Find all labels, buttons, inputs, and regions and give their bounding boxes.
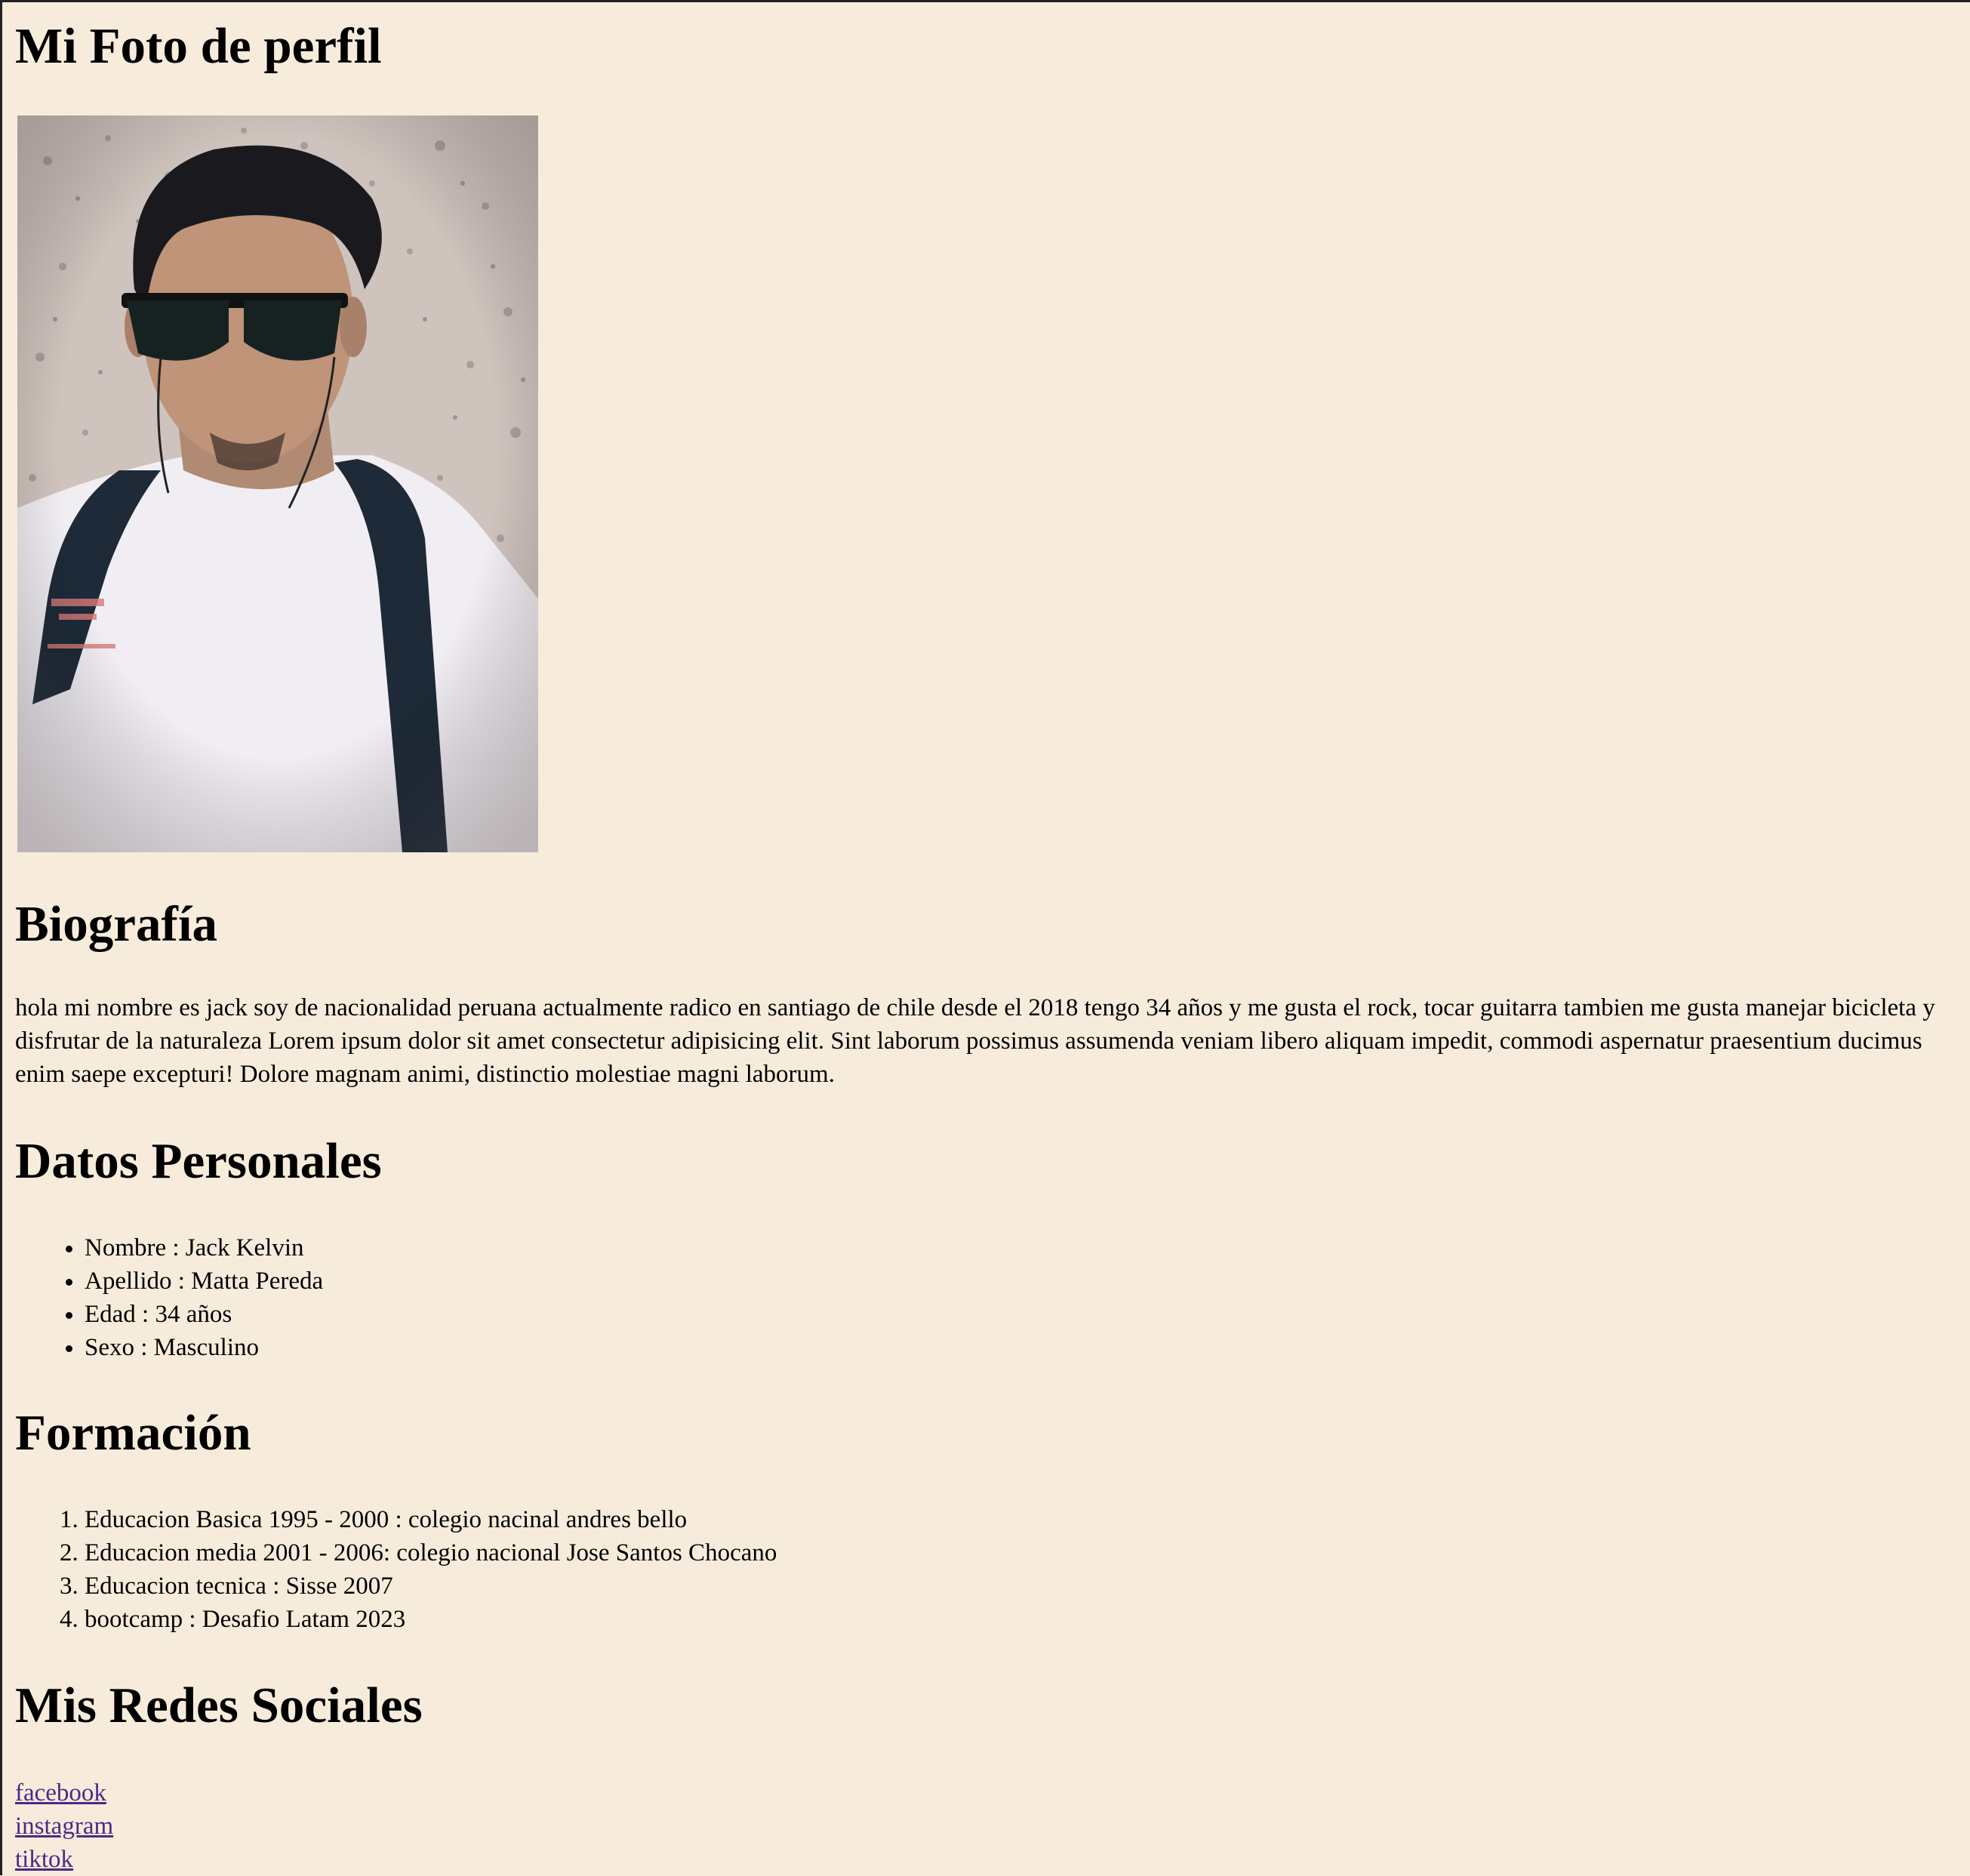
- personal-data-heading: Datos Personales: [15, 1133, 382, 1189]
- tiktok-link[interactable]: tiktok: [15, 1843, 113, 1876]
- personal-data-item: Apellido : Matta Pereda: [85, 1265, 323, 1298]
- biography-heading: Biografía: [15, 896, 217, 952]
- education-heading: Formación: [15, 1405, 251, 1461]
- personal-data-item: Nombre : Jack Kelvin: [85, 1231, 323, 1265]
- facebook-link[interactable]: facebook: [15, 1776, 113, 1810]
- education-item: Educacion media 2001 - 2006: colegio nac…: [85, 1536, 777, 1569]
- personal-data-item: Edad : 34 años: [85, 1298, 323, 1331]
- profile-photo-heading: Mi Foto de perfil: [15, 18, 382, 74]
- biography-text: hola mi nombre es jack soy de nacionalid…: [15, 994, 1935, 1088]
- education-item: Educacion Basica 1995 - 2000 : colegio n…: [85, 1503, 777, 1536]
- personal-data-item: Sexo : Masculino: [85, 1331, 323, 1364]
- education-item: Educacion tecnica : Sisse 2007: [85, 1569, 777, 1603]
- instagram-link[interactable]: instagram: [15, 1810, 113, 1843]
- education-list: Educacion Basica 1995 - 2000 : colegio n…: [15, 1503, 777, 1636]
- social-links: facebook instagram tiktok: [15, 1776, 113, 1876]
- profile-photo: [17, 116, 538, 852]
- education-item: bootcamp : Desafio Latam 2023: [85, 1603, 777, 1636]
- profile-photo-image: [17, 116, 538, 852]
- social-heading: Mis Redes Sociales: [15, 1677, 423, 1733]
- personal-data-list: Nombre : Jack Kelvin Apellido : Matta Pe…: [15, 1231, 323, 1364]
